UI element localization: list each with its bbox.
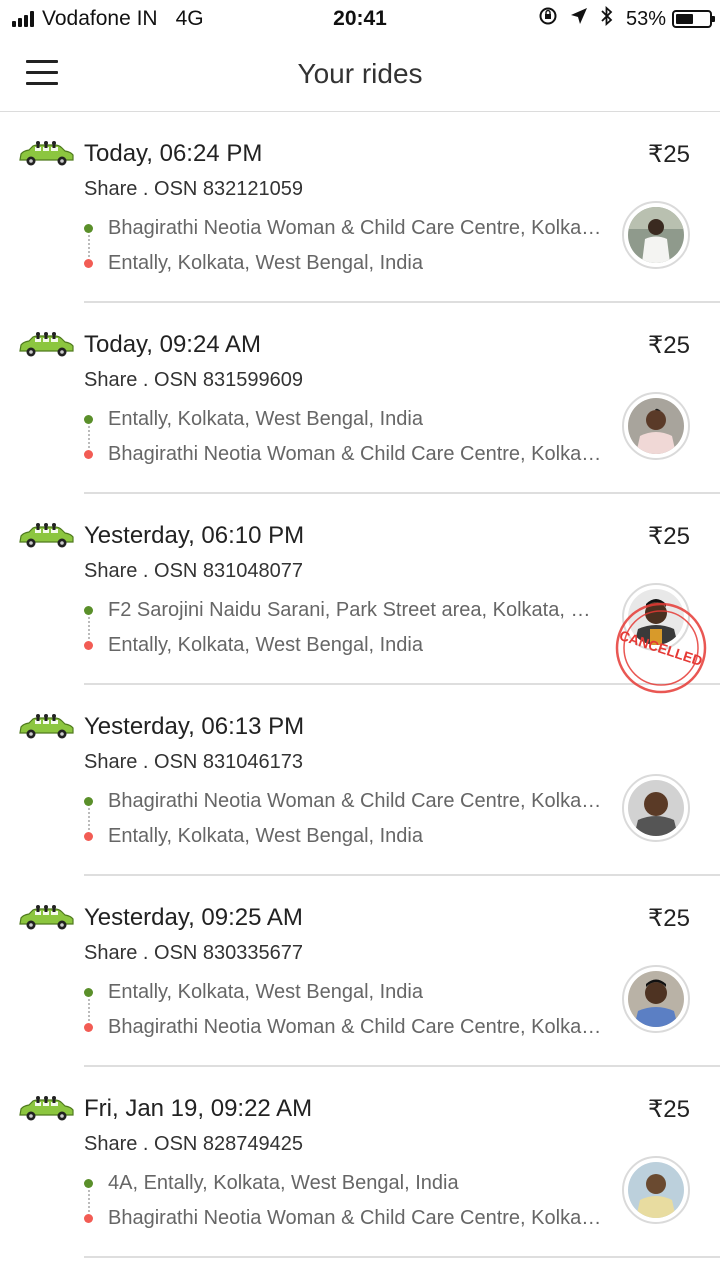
drop-dot-icon (84, 259, 93, 268)
drop-address: Bhagirathi Neotia Woman & Child Care Cen… (108, 443, 603, 465)
route-connector (88, 808, 90, 830)
ride-item[interactable]: Yesterday, 06:10 PM Share . OSN 83104807… (0, 494, 720, 685)
status-right: 53% (526, 5, 715, 32)
ride-datetime: Yesterday, 06:13 PM (84, 713, 305, 740)
pickup-address: Entally, Kolkata, West Bengal, India (108, 408, 423, 430)
car-icon (17, 904, 75, 932)
car-icon (17, 1095, 75, 1123)
ride-osn: Share . OSN 831046173 (84, 751, 304, 773)
car-icon (17, 331, 75, 359)
ride-datetime: Yesterday, 09:25 AM (84, 904, 303, 931)
ride-item[interactable]: Yesterday, 09:25 AM Share . OSN 83033567… (0, 876, 720, 1067)
ride-osn: Share . OSN 830335677 (84, 942, 304, 964)
drop-dot-icon (84, 1023, 93, 1032)
cancelled-stamp: CANCELLED (615, 602, 707, 694)
pickup-address: Entally, Kolkata, West Bengal, India (108, 981, 423, 1003)
ride-fare: ₹25 (648, 332, 690, 359)
drop-dot-icon (84, 641, 93, 650)
ride-osn: Share . OSN 831048077 (84, 560, 304, 582)
pickup-address: Bhagirathi Neotia Woman & Child Care Cen… (108, 790, 603, 812)
pickup-dot-icon (84, 988, 93, 997)
orientation-lock-icon (538, 6, 558, 32)
drop-address: Bhagirathi Neotia Woman & Child Care Cen… (108, 1207, 603, 1229)
driver-avatar (622, 201, 690, 269)
drop-address: Entally, Kolkata, West Bengal, India (108, 825, 423, 847)
ride-datetime: Fri, Jan 19, 09:22 AM (84, 1095, 313, 1122)
pickup-dot-icon (84, 415, 93, 424)
location-arrow-icon (570, 7, 588, 31)
route-connector (88, 1190, 90, 1212)
ride-osn: Share . OSN 828749425 (84, 1133, 304, 1155)
pickup-dot-icon (84, 797, 93, 806)
driver-avatar (622, 1156, 690, 1224)
pickup-dot-icon (84, 224, 93, 233)
route-connector (88, 617, 90, 639)
row-divider (84, 1256, 720, 1258)
ride-item[interactable]: Today, 06:24 PM Share . OSN 832121059 ₹2… (0, 112, 720, 303)
cancelled-stamp-text: CANCELLED (617, 627, 704, 669)
car-icon (17, 140, 75, 168)
drop-address: Entally, Kolkata, West Bengal, India (108, 252, 423, 274)
ride-fare: ₹25 (648, 905, 690, 932)
route-connector (88, 426, 90, 448)
drop-dot-icon (84, 1214, 93, 1223)
pickup-address: Bhagirathi Neotia Woman & Child Care Cen… (108, 217, 603, 239)
driver-avatar (622, 965, 690, 1033)
route-connector (88, 999, 90, 1021)
ride-fare: ₹25 (648, 141, 690, 168)
car-icon (17, 713, 75, 741)
driver-avatar (622, 392, 690, 460)
ride-datetime: Today, 06:24 PM (84, 140, 263, 167)
ride-item[interactable]: Today, 09:24 AM Share . OSN 831599609 ₹2… (0, 303, 720, 494)
drop-address: Bhagirathi Neotia Woman & Child Care Cen… (108, 1016, 603, 1038)
page-title: Your rides (297, 58, 423, 89)
drop-address: Entally, Kolkata, West Bengal, India (108, 634, 423, 656)
pickup-dot-icon (84, 1179, 93, 1188)
drop-dot-icon (84, 450, 93, 459)
drop-dot-icon (84, 832, 93, 841)
driver-avatar (622, 774, 690, 842)
ride-list: Today, 06:24 PM Share . OSN 832121059 ₹2… (0, 112, 720, 1258)
ride-osn: Share . OSN 832121059 (84, 178, 304, 200)
status-bar: Vodafone IN 4G 20:41 53% (0, 0, 720, 38)
ride-datetime: Yesterday, 06:10 PM (84, 522, 305, 549)
ride-item[interactable]: Fri, Jan 19, 09:22 AM Share . OSN 828749… (0, 1067, 720, 1258)
ride-fare: ₹25 (648, 1096, 690, 1123)
ride-osn: Share . OSN 831599609 (84, 369, 304, 391)
ride-fare: ₹25 (648, 523, 690, 550)
pickup-dot-icon (84, 606, 93, 615)
pickup-address: F2 Sarojini Naidu Sarani, Park Street ar… (108, 599, 603, 621)
bluetooth-icon (600, 5, 614, 32)
ride-datetime: Today, 09:24 AM (84, 331, 261, 358)
ride-item[interactable]: Yesterday, 06:13 PM Share . OSN 83104617… (0, 685, 720, 876)
app-header: Your rides (0, 38, 720, 112)
battery-icon (672, 10, 715, 28)
pickup-address: 4A, Entally, Kolkata, West Bengal, India (108, 1172, 459, 1194)
battery-percent: 53% (625, 7, 666, 30)
route-connector (88, 235, 90, 257)
car-icon (17, 522, 75, 550)
